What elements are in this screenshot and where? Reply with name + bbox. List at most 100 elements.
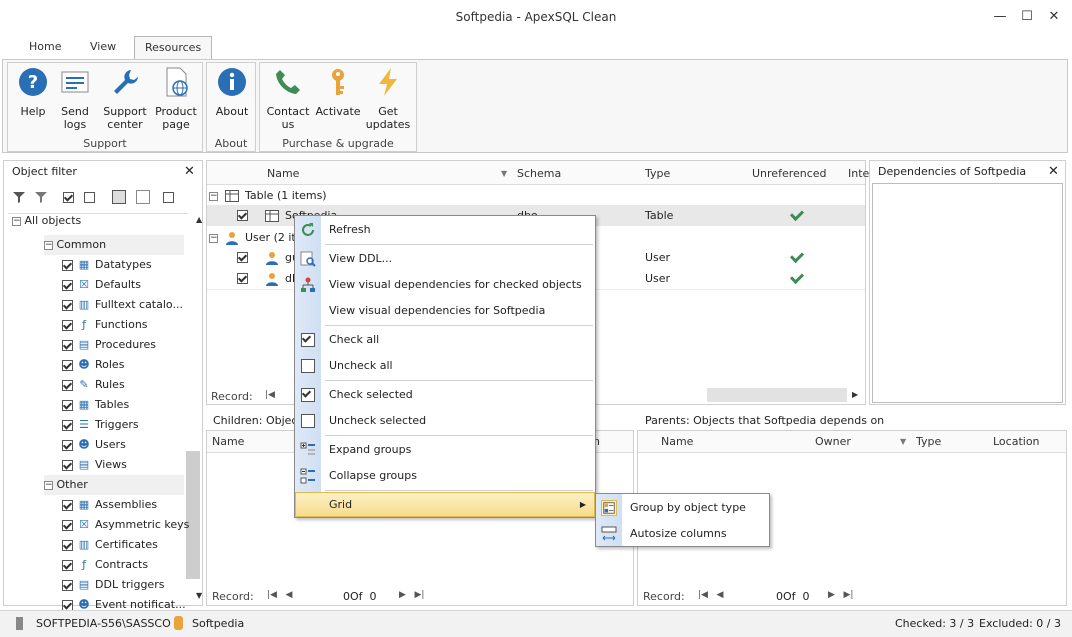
column-schema[interactable]: Schema (517, 164, 561, 184)
activate-button[interactable]: Activate (314, 66, 362, 118)
group-row-table[interactable]: − Table (1 items) (209, 185, 865, 206)
tree-checkbox[interactable] (62, 259, 73, 271)
horizontal-scrollbar[interactable] (707, 388, 847, 402)
menu-view-ddl[interactable]: View DDL... (295, 246, 595, 272)
tree-all-objects[interactable]: − All objects (12, 211, 81, 231)
tree-checkbox[interactable] (62, 539, 73, 551)
dependencies-canvas[interactable] (872, 183, 1063, 403)
menu-collapse-groups[interactable]: Collapse groups (295, 463, 595, 489)
tree-checkbox[interactable] (62, 319, 73, 331)
filter-clear-icon[interactable] (34, 190, 48, 204)
scroll-right-icon[interactable]: ▶ (852, 390, 858, 399)
tree-item-common[interactable]: ▤ Views (62, 455, 127, 475)
tree-item-other[interactable]: ☒ Asymmetric keys (62, 515, 189, 535)
first-record-icon[interactable]: |◀ (265, 390, 275, 400)
close-icon[interactable]: ✕ (1042, 6, 1066, 28)
tab-resources[interactable]: Resources (134, 36, 213, 60)
tree-checkbox[interactable] (62, 419, 73, 431)
get-updates-button[interactable]: Get updates (364, 66, 412, 131)
minimize-icon[interactable]: — (988, 6, 1012, 28)
list-view-icon[interactable] (112, 190, 126, 204)
column-type[interactable]: Type (645, 164, 670, 184)
tree-checkbox[interactable] (62, 459, 73, 471)
tree-checkbox[interactable] (62, 599, 73, 611)
support-center-button[interactable]: Support center (100, 66, 150, 131)
tree-checkbox[interactable] (62, 379, 73, 391)
tree-item-other[interactable]: ▦ Assemblies (62, 495, 157, 515)
column-name[interactable]: Name (267, 164, 299, 184)
children-first-icon[interactable]: |◀ ◀ (267, 590, 292, 600)
about-button[interactable]: About (210, 66, 254, 118)
toggle-icon[interactable] (163, 191, 174, 203)
close-dependencies-icon[interactable]: ✕ (1048, 164, 1059, 179)
tree-checkbox[interactable] (62, 559, 73, 571)
tree-checkbox[interactable] (62, 359, 73, 371)
tree-item-other[interactable]: ▥ Certificates (62, 535, 158, 555)
row-checkbox[interactable] (237, 210, 248, 221)
tree-common[interactable]: − Common (44, 235, 184, 255)
sort-icon[interactable]: ▼ (900, 432, 906, 452)
tree-checkbox[interactable] (62, 499, 73, 511)
column-unreferenced[interactable]: Unreferenced (752, 164, 827, 184)
menu-autosize-columns[interactable]: Autosize columns (596, 521, 769, 547)
menu-view-deps-checked[interactable]: View visual dependencies for checked obj… (295, 272, 595, 298)
tree-other[interactable]: − Other (44, 475, 184, 495)
row-checkbox[interactable] (237, 252, 248, 263)
menu-refresh[interactable]: Refresh (295, 217, 595, 243)
tree-item-other[interactable]: ƒ Contracts (62, 555, 148, 575)
tree-item-common[interactable]: ☒ Defaults (62, 275, 141, 295)
tree-checkbox[interactable] (62, 399, 73, 411)
parents-column-owner[interactable]: Owner (815, 432, 851, 452)
tree-item-common[interactable]: ✎ Rules (62, 375, 125, 395)
children-next-icon[interactable]: ▶ ▶| (399, 590, 424, 600)
tree-item-common[interactable]: ▤ Procedures (62, 335, 156, 355)
maximize-icon[interactable]: ☐ (1015, 6, 1039, 28)
group-support-label: Support (83, 137, 127, 150)
detail-view-icon[interactable] (135, 190, 150, 204)
table-icon (265, 210, 279, 222)
children-column-name[interactable]: Name (212, 432, 244, 452)
scroll-down-icon[interactable]: ▼ (196, 591, 202, 600)
tree-item-other[interactable]: ▤ DDL triggers (62, 575, 164, 595)
parents-first-icon[interactable]: |◀ ◀ (698, 590, 723, 600)
menu-expand-groups[interactable]: Expand groups (295, 437, 595, 463)
contact-us-button[interactable]: Contact us (264, 66, 312, 131)
tab-home[interactable]: Home (19, 36, 71, 60)
tree-item-common[interactable]: ☰ Triggers (62, 415, 139, 435)
sort-icon[interactable]: ▼ (501, 164, 507, 184)
send-logs-button[interactable]: Send logs (54, 66, 96, 131)
menu-view-deps-softpedia[interactable]: View visual dependencies for Softpedia (295, 298, 595, 324)
menu-uncheck-selected[interactable]: Uncheck selected (295, 408, 595, 434)
scroll-up-icon[interactable]: ▲ (196, 215, 202, 224)
tree-checkbox[interactable] (62, 519, 73, 531)
tab-view[interactable]: View (80, 36, 126, 60)
tree-checkbox[interactable] (62, 339, 73, 351)
parents-column-name[interactable]: Name (661, 432, 693, 452)
tree-item-common[interactable]: ƒ Functions (62, 315, 148, 335)
tree-item-common[interactable]: ☻ Roles (62, 355, 124, 375)
menu-check-all[interactable]: Check all (295, 327, 595, 353)
tree-item-common[interactable]: ▥ Fulltext catalo... (62, 295, 183, 315)
tree-checkbox[interactable] (62, 299, 73, 311)
menu-grid[interactable]: Grid ▶ (295, 492, 595, 517)
help-button[interactable]: ? Help (12, 66, 54, 118)
check-all-icon[interactable] (63, 191, 74, 203)
column-inte[interactable]: Inte (848, 164, 869, 184)
tree-checkbox[interactable] (62, 579, 73, 591)
tree-checkbox[interactable] (62, 279, 73, 291)
tree-checkbox[interactable] (62, 439, 73, 451)
parents-column-location[interactable]: Location (993, 432, 1040, 452)
tree-item-common[interactable]: ☻ Users (62, 435, 126, 455)
uncheck-all-icon[interactable] (83, 191, 95, 203)
filter-icon[interactable] (12, 190, 26, 204)
tree-item-common[interactable]: ▦ Datatypes (62, 255, 152, 275)
close-panel-icon[interactable]: ✕ (184, 164, 195, 179)
parents-column-type[interactable]: Type (916, 432, 941, 452)
parents-next-icon[interactable]: ▶ ▶| (828, 590, 853, 600)
row-checkbox[interactable] (237, 273, 248, 284)
menu-uncheck-all[interactable]: Uncheck all (295, 353, 595, 379)
menu-group-by-type[interactable]: Group by object type (596, 495, 769, 521)
menu-check-selected[interactable]: Check selected (295, 382, 595, 408)
product-page-button[interactable]: Product page (152, 66, 200, 131)
tree-item-common[interactable]: ▦ Tables (62, 395, 129, 415)
